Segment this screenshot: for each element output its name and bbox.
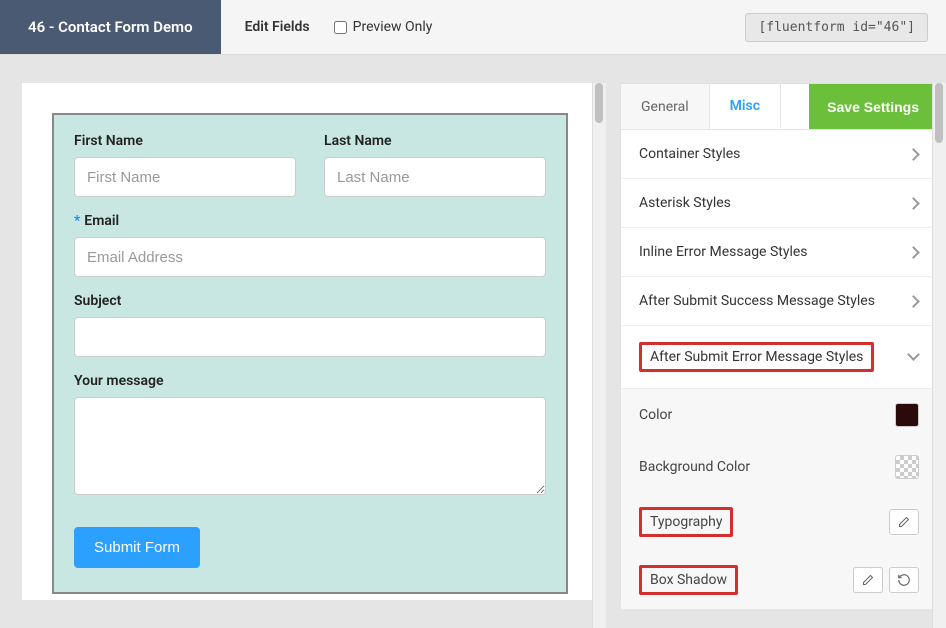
- typography-edit-button[interactable]: [889, 509, 919, 535]
- preview-scrollbar[interactable]: [592, 83, 606, 628]
- bg-color-picker-swatch[interactable]: [895, 455, 919, 479]
- topbar: 46 - Contact Form Demo Edit Fields Previ…: [0, 0, 946, 55]
- section-success-message-styles[interactable]: After Submit Success Message Styles: [621, 277, 937, 326]
- prop-color: Color: [621, 389, 937, 441]
- chevron-down-icon: [909, 352, 919, 362]
- form-preview: First Name Last Name *Email Subject: [52, 113, 568, 594]
- main-area: First Name Last Name *Email Subject: [0, 55, 946, 628]
- preview-only-checkbox[interactable]: [334, 21, 347, 34]
- preview-card: First Name Last Name *Email Subject: [22, 83, 598, 600]
- highlighted-section-label: After Submit Error Message Styles: [639, 342, 874, 372]
- subject-input[interactable]: [74, 317, 546, 357]
- prop-typography: Typography: [621, 493, 937, 551]
- shortcode-display[interactable]: [fluentform id="46"]: [745, 13, 928, 42]
- section-container-styles[interactable]: Container Styles: [621, 130, 937, 179]
- email-input[interactable]: [74, 237, 546, 277]
- tab-general[interactable]: General: [621, 84, 710, 129]
- section-error-message-styles[interactable]: After Submit Error Message Styles: [621, 326, 937, 389]
- last-name-input[interactable]: [324, 157, 546, 197]
- chevron-right-icon: [909, 198, 919, 208]
- form-title: 46 - Contact Form Demo: [0, 0, 221, 54]
- prop-background-color: Background Color: [621, 441, 937, 493]
- first-name-field: First Name: [74, 133, 296, 197]
- subject-label: Subject: [74, 293, 546, 309]
- first-name-input[interactable]: [74, 157, 296, 197]
- scrollbar-thumb[interactable]: [935, 83, 943, 143]
- message-textarea[interactable]: [74, 397, 546, 495]
- box-shadow-reset-button[interactable]: [889, 567, 919, 593]
- settings-panel: General Misc Save Settings Container Sty…: [620, 83, 938, 600]
- settings-column: General Misc Save Settings Container Sty…: [606, 55, 946, 628]
- edit-fields-link[interactable]: Edit Fields: [221, 19, 334, 35]
- subject-field: Subject: [74, 293, 546, 357]
- email-label: *Email: [74, 213, 546, 229]
- submit-button[interactable]: Submit Form: [74, 527, 200, 568]
- last-name-field: Last Name: [324, 133, 546, 197]
- first-name-label: First Name: [74, 133, 296, 149]
- section-asterisk-styles[interactable]: Asterisk Styles: [621, 179, 937, 228]
- scrollbar-thumb[interactable]: [595, 83, 603, 123]
- prop-box-shadow: Box Shadow: [621, 551, 937, 609]
- highlighted-typography-label: Typography: [639, 507, 733, 537]
- message-label: Your message: [74, 373, 546, 389]
- required-asterisk: *: [74, 213, 80, 229]
- tab-misc[interactable]: Misc: [710, 84, 781, 129]
- preview-only-toggle[interactable]: Preview Only: [334, 19, 433, 35]
- settings-scrollbar[interactable]: [932, 83, 946, 628]
- preview-column: First Name Last Name *Email Subject: [0, 55, 606, 628]
- pencil-icon: [862, 574, 874, 586]
- preview-only-label: Preview Only: [353, 19, 433, 35]
- highlighted-box-shadow-label: Box Shadow: [639, 565, 738, 595]
- reset-icon: [897, 573, 911, 587]
- save-settings-button[interactable]: Save Settings: [809, 84, 937, 129]
- color-picker-swatch[interactable]: [895, 403, 919, 427]
- chevron-right-icon: [909, 149, 919, 159]
- box-shadow-edit-button[interactable]: [853, 567, 883, 593]
- pencil-icon: [898, 516, 910, 528]
- chevron-right-icon: [909, 296, 919, 306]
- message-field: Your message: [74, 373, 546, 499]
- section-inline-error-styles[interactable]: Inline Error Message Styles: [621, 228, 937, 277]
- chevron-right-icon: [909, 247, 919, 257]
- email-field: *Email: [74, 213, 546, 277]
- error-message-styles-content: Color Background Color Typography Box Sh…: [621, 389, 937, 609]
- last-name-label: Last Name: [324, 133, 546, 149]
- settings-tabs: General Misc Save Settings: [621, 84, 937, 130]
